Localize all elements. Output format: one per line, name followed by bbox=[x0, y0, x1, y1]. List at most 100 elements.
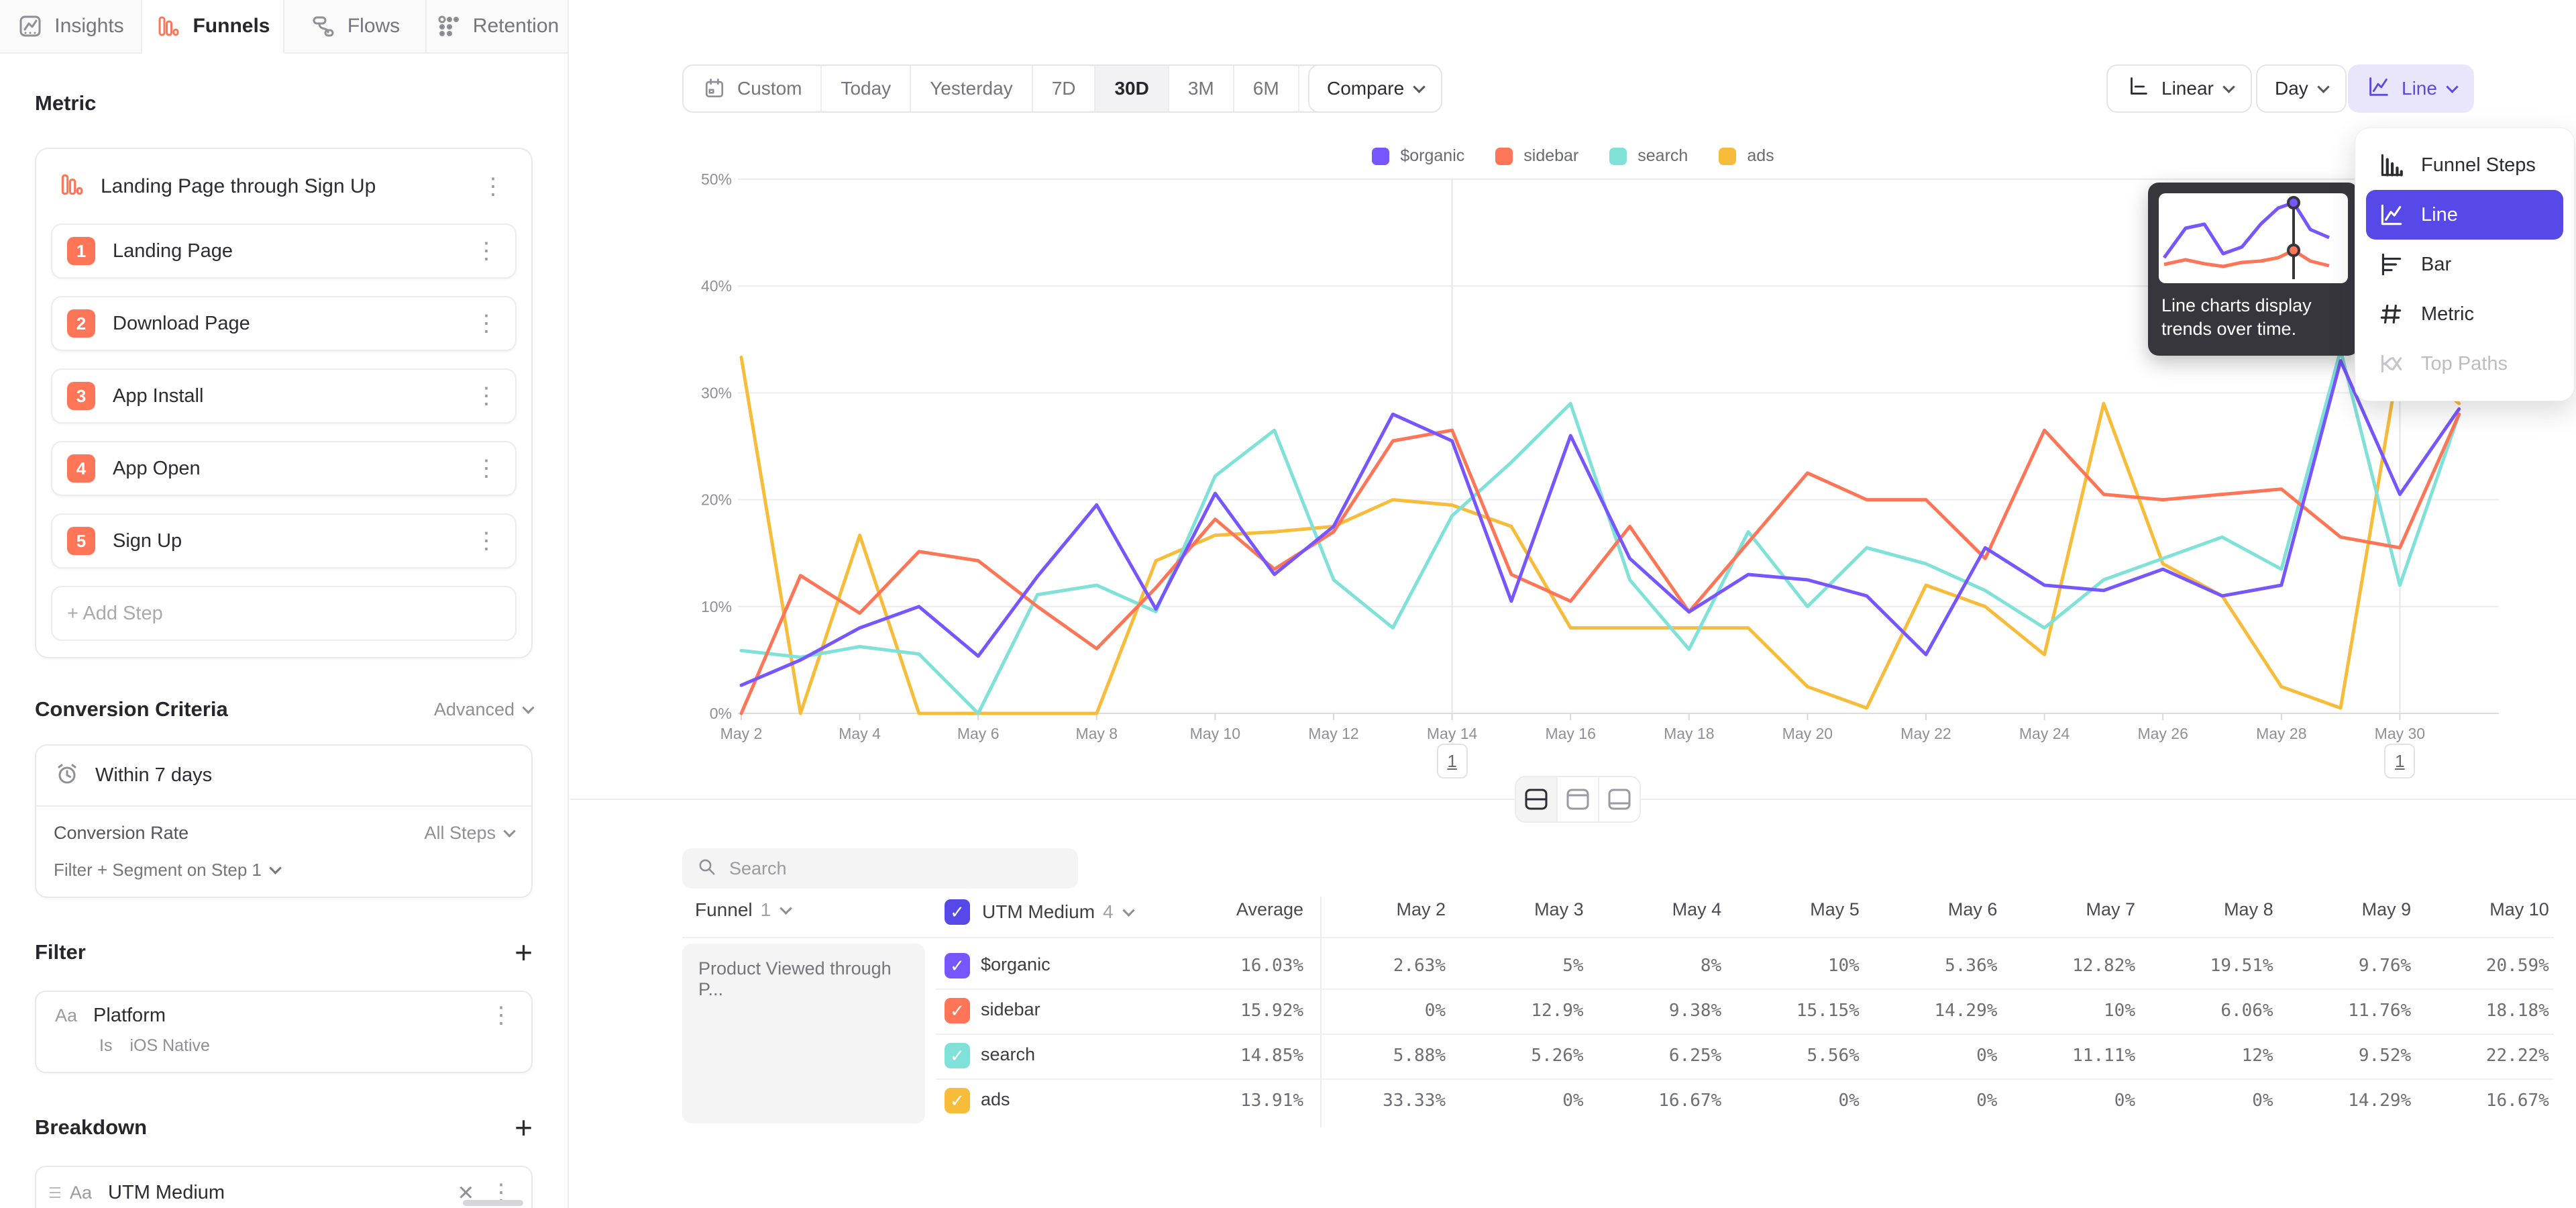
date-column-header: May 8 bbox=[2146, 899, 2273, 920]
funnels-icon bbox=[155, 13, 182, 40]
funnel-metric-header[interactable]: Landing Page through Sign Up ⋮ bbox=[51, 165, 517, 202]
select-all-checkbox[interactable]: ✓ bbox=[945, 899, 970, 925]
series-name[interactable]: sidebar bbox=[981, 999, 1040, 1020]
kebab-menu-icon[interactable]: ⋮ bbox=[470, 385, 503, 407]
legend-item[interactable]: sidebar bbox=[1495, 146, 1578, 166]
range-yesterday[interactable]: Yesterday bbox=[911, 66, 1033, 111]
x-tick-label: May 6 bbox=[931, 725, 1025, 743]
legend-item[interactable]: ads bbox=[1719, 146, 1774, 166]
tab-flows[interactable]: Flows bbox=[284, 0, 427, 52]
series-name[interactable]: ads bbox=[981, 1089, 1010, 1110]
kebab-menu-icon[interactable]: ⋮ bbox=[470, 240, 503, 262]
add-step-button[interactable]: + Add Step bbox=[51, 586, 517, 641]
series-checkbox[interactable]: ✓ bbox=[945, 998, 970, 1023]
menu-item-label: Bar bbox=[2421, 254, 2451, 276]
series-checkbox[interactable]: ✓ bbox=[945, 1088, 970, 1113]
data-value: 10% bbox=[1732, 956, 1860, 976]
all-steps-dropdown[interactable]: All Steps bbox=[424, 823, 514, 844]
data-value: 14.29% bbox=[1870, 1001, 1997, 1021]
breakdown-column-dropdown[interactable]: UTM Medium 4 bbox=[982, 901, 1133, 923]
range-3m[interactable]: 3M bbox=[1169, 66, 1234, 111]
kebab-menu-icon[interactable]: ⋮ bbox=[470, 457, 503, 480]
funnel-metric-card: Landing Page through Sign Up ⋮ 1Landing … bbox=[35, 148, 533, 658]
annotation-badge[interactable]: 1 bbox=[1437, 744, 1468, 778]
annotation-badge[interactable]: 1 bbox=[2384, 744, 2415, 778]
series-name[interactable]: $organic bbox=[981, 954, 1051, 975]
range-7d[interactable]: 7D bbox=[1033, 66, 1096, 111]
view-toggle-chart[interactable] bbox=[1558, 777, 1599, 821]
series-checkbox[interactable]: ✓ bbox=[945, 1043, 970, 1068]
granularity-dropdown[interactable]: Day bbox=[2256, 64, 2347, 113]
data-value: 2.63% bbox=[1318, 956, 1446, 976]
breakdown-property[interactable]: UTM Medium bbox=[108, 1182, 458, 1204]
filter-property[interactable]: Platform bbox=[93, 1005, 484, 1027]
kebab-menu-icon[interactable]: ⋮ bbox=[484, 1004, 518, 1027]
view-toggle-table[interactable] bbox=[1599, 777, 1640, 821]
chart-type-tooltip: Line charts display trends over time. bbox=[2148, 183, 2359, 356]
legend-item[interactable]: $organic bbox=[1372, 146, 1464, 166]
menu-item-label: Metric bbox=[2421, 303, 2474, 325]
search-input[interactable] bbox=[729, 858, 1065, 879]
line-chart-icon bbox=[2365, 74, 2391, 104]
range-custom[interactable]: Custom bbox=[684, 66, 822, 111]
conversion-criteria-card: Within 7 days Conversion Rate All Steps … bbox=[35, 744, 533, 898]
data-value: 0% bbox=[1870, 1091, 1997, 1111]
menu-item-funnel-steps[interactable]: Funnel Steps bbox=[2366, 140, 2563, 190]
average-value: 13.91% bbox=[1176, 1091, 1303, 1111]
x-tick-label: May 26 bbox=[2116, 725, 2210, 743]
series-checkbox[interactable]: ✓ bbox=[945, 953, 970, 978]
legend-item[interactable]: search bbox=[1609, 146, 1688, 166]
add-filter-button[interactable]: + bbox=[515, 937, 533, 968]
advanced-dropdown[interactable]: Advanced bbox=[434, 699, 533, 720]
funnel-step-4[interactable]: 4 App Open⋮ bbox=[51, 441, 517, 496]
conversion-window[interactable]: Within 7 days bbox=[36, 746, 531, 805]
range-6m[interactable]: 6M bbox=[1234, 66, 1299, 111]
data-value: 5.36% bbox=[1870, 956, 1997, 976]
step-label: App Open bbox=[113, 458, 470, 480]
menu-item-bar[interactable]: Bar bbox=[2366, 240, 2563, 289]
chart-type-dropdown[interactable]: Line bbox=[2348, 64, 2474, 113]
drag-handle-icon[interactable] bbox=[50, 1192, 60, 1193]
kebab-menu-icon[interactable]: ⋮ bbox=[476, 175, 510, 198]
chevron-down-icon bbox=[2446, 81, 2458, 93]
view-toggle-split[interactable] bbox=[1516, 777, 1558, 821]
chevron-down-icon bbox=[2222, 81, 2235, 93]
data-value: 12.82% bbox=[2008, 956, 2135, 976]
sidebar-scrollbar[interactable] bbox=[463, 1200, 523, 1206]
data-value: 11.11% bbox=[2008, 1046, 2135, 1066]
add-breakdown-button[interactable]: + bbox=[515, 1112, 533, 1143]
filter-segment-dropdown[interactable]: Filter + Segment on Step 1 bbox=[36, 849, 531, 897]
funnel-step-3[interactable]: 3App Install⋮ bbox=[51, 368, 517, 423]
range-label: 3M bbox=[1188, 78, 1214, 99]
search-box bbox=[682, 848, 1078, 889]
tab-insights[interactable]: Insights bbox=[0, 0, 142, 52]
filter-operator[interactable]: Is bbox=[99, 1036, 112, 1056]
data-value: 22.22% bbox=[2422, 1046, 2549, 1066]
tab-funnels[interactable]: Funnels bbox=[142, 0, 284, 54]
kebab-menu-icon[interactable]: ⋮ bbox=[470, 530, 503, 552]
compare-button[interactable]: Compare bbox=[1308, 64, 1442, 113]
tab-retention[interactable]: Retention bbox=[427, 0, 568, 52]
data-value: 5% bbox=[1456, 956, 1584, 976]
step-number-badge: 4 bbox=[67, 454, 95, 483]
scale-dropdown[interactable]: Linear bbox=[2106, 64, 2252, 113]
menu-item-metric[interactable]: Metric bbox=[2366, 289, 2563, 339]
data-value: 12% bbox=[2146, 1046, 2273, 1066]
menu-item-line[interactable]: Line bbox=[2366, 190, 2563, 240]
funnel-chart-icon bbox=[58, 170, 86, 202]
data-value: 6.06% bbox=[2146, 1001, 2273, 1021]
funnel-step-1[interactable]: 1Landing Page⋮ bbox=[51, 223, 517, 279]
tooltip-text: Line charts display trends over time. bbox=[2161, 294, 2345, 341]
range-today[interactable]: Today bbox=[822, 66, 911, 111]
funnel-column-dropdown[interactable]: Funnel 1 bbox=[695, 899, 790, 921]
legend-swatch bbox=[1609, 148, 1627, 165]
funnel-step-5[interactable]: 5Sign Up⋮ bbox=[51, 513, 517, 568]
filter-value[interactable]: iOS Native bbox=[129, 1036, 209, 1056]
kebab-menu-icon[interactable]: ⋮ bbox=[470, 312, 503, 335]
legend-label: search bbox=[1638, 146, 1688, 166]
filter-heading: Filter bbox=[35, 940, 86, 964]
funnel-step-2[interactable]: 2Download Page⋮ bbox=[51, 296, 517, 351]
series-name[interactable]: search bbox=[981, 1044, 1035, 1065]
x-tick-label: May 12 bbox=[1287, 725, 1381, 743]
range-30d[interactable]: 30D bbox=[1095, 66, 1169, 111]
